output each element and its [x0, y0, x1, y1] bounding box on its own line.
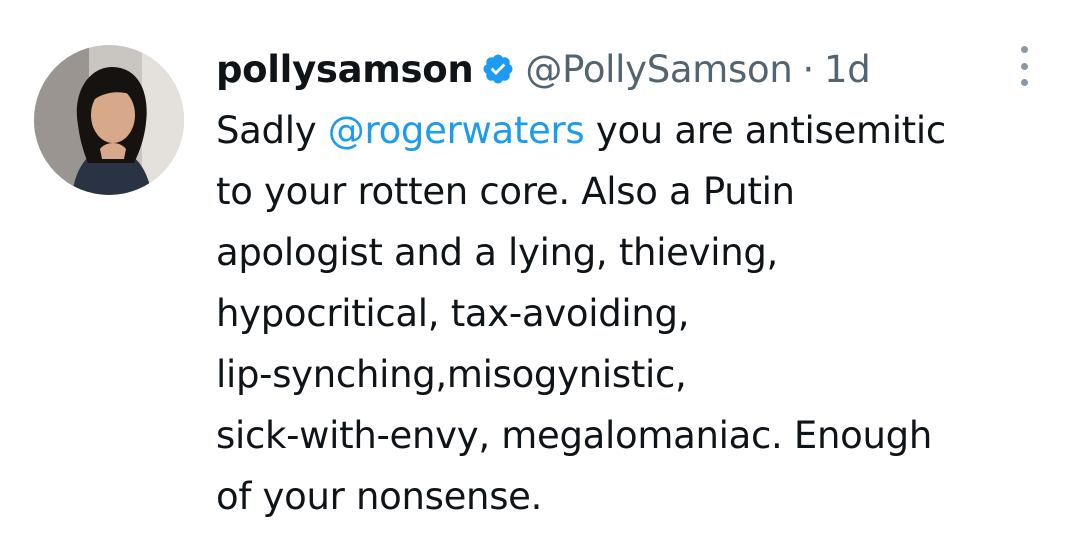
tweet-card[interactable]: pollysamson @PollySamson · 1d Sadly @rog… [0, 0, 1079, 538]
avatar[interactable] [34, 45, 184, 195]
mention-link[interactable]: @rogerwaters [328, 109, 585, 152]
more-vertical-icon[interactable] [1012, 46, 1036, 86]
tweet-text-line-6: sick-with-envy, megalomaniac. Enough [216, 414, 932, 457]
tweet-text-line-5: lip-synching,misogynistic, [216, 353, 687, 396]
text-segment: you are antisemitic [584, 109, 946, 152]
tweet-text-line-1: Sadly @rogerwaters you are antisemitic [216, 100, 1056, 161]
timestamp[interactable]: 1d [824, 48, 871, 91]
tweet-text-line-7: of your nonsense. [216, 475, 543, 518]
text-segment: Sadly [216, 109, 328, 152]
separator-dot: · [802, 47, 814, 91]
avatar-photo [34, 45, 184, 195]
verified-badge-icon [481, 52, 515, 86]
display-name[interactable]: pollysamson [216, 48, 474, 91]
tweet-text: Sadly @rogerwaters you are antisemitic t… [216, 100, 1056, 527]
user-handle[interactable]: @PollySamson [525, 48, 792, 91]
tweet-text-line-2: to your rotten core. Also a Putin [216, 170, 795, 213]
tweet-text-line-4: hypocritical, tax-avoiding, [216, 292, 690, 335]
tweet-header: pollysamson @PollySamson · 1d [216, 44, 871, 94]
tweet-text-line-3: apologist and a lying, thieving, [216, 231, 779, 274]
